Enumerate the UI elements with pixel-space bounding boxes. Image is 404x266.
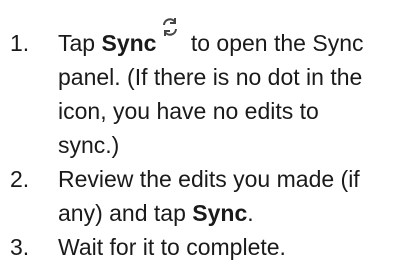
steps-list: 1. Tap Sync to open the Sync panel. (If … [0,18,404,264]
sync-label: Sync [101,30,157,56]
step-2: 2. Review the edits you made (if any) an… [0,162,376,230]
step-text: Wait for it to complete. [58,234,286,260]
step-text-post: . [247,200,254,226]
step-1: 1. Tap Sync to open the Sync panel. (If … [0,18,376,162]
sync-icon [160,16,180,38]
step-number: 3. [10,234,30,260]
instructions-document: 1. Tap Sync to open the Sync panel. (If … [0,0,404,266]
step-text-pre: Tap [58,30,102,56]
step-3: 3. Wait for it to complete. [0,230,376,264]
sync-label: Sync [192,200,248,226]
step-number: 1. [10,30,30,56]
step-number: 2. [10,166,30,192]
